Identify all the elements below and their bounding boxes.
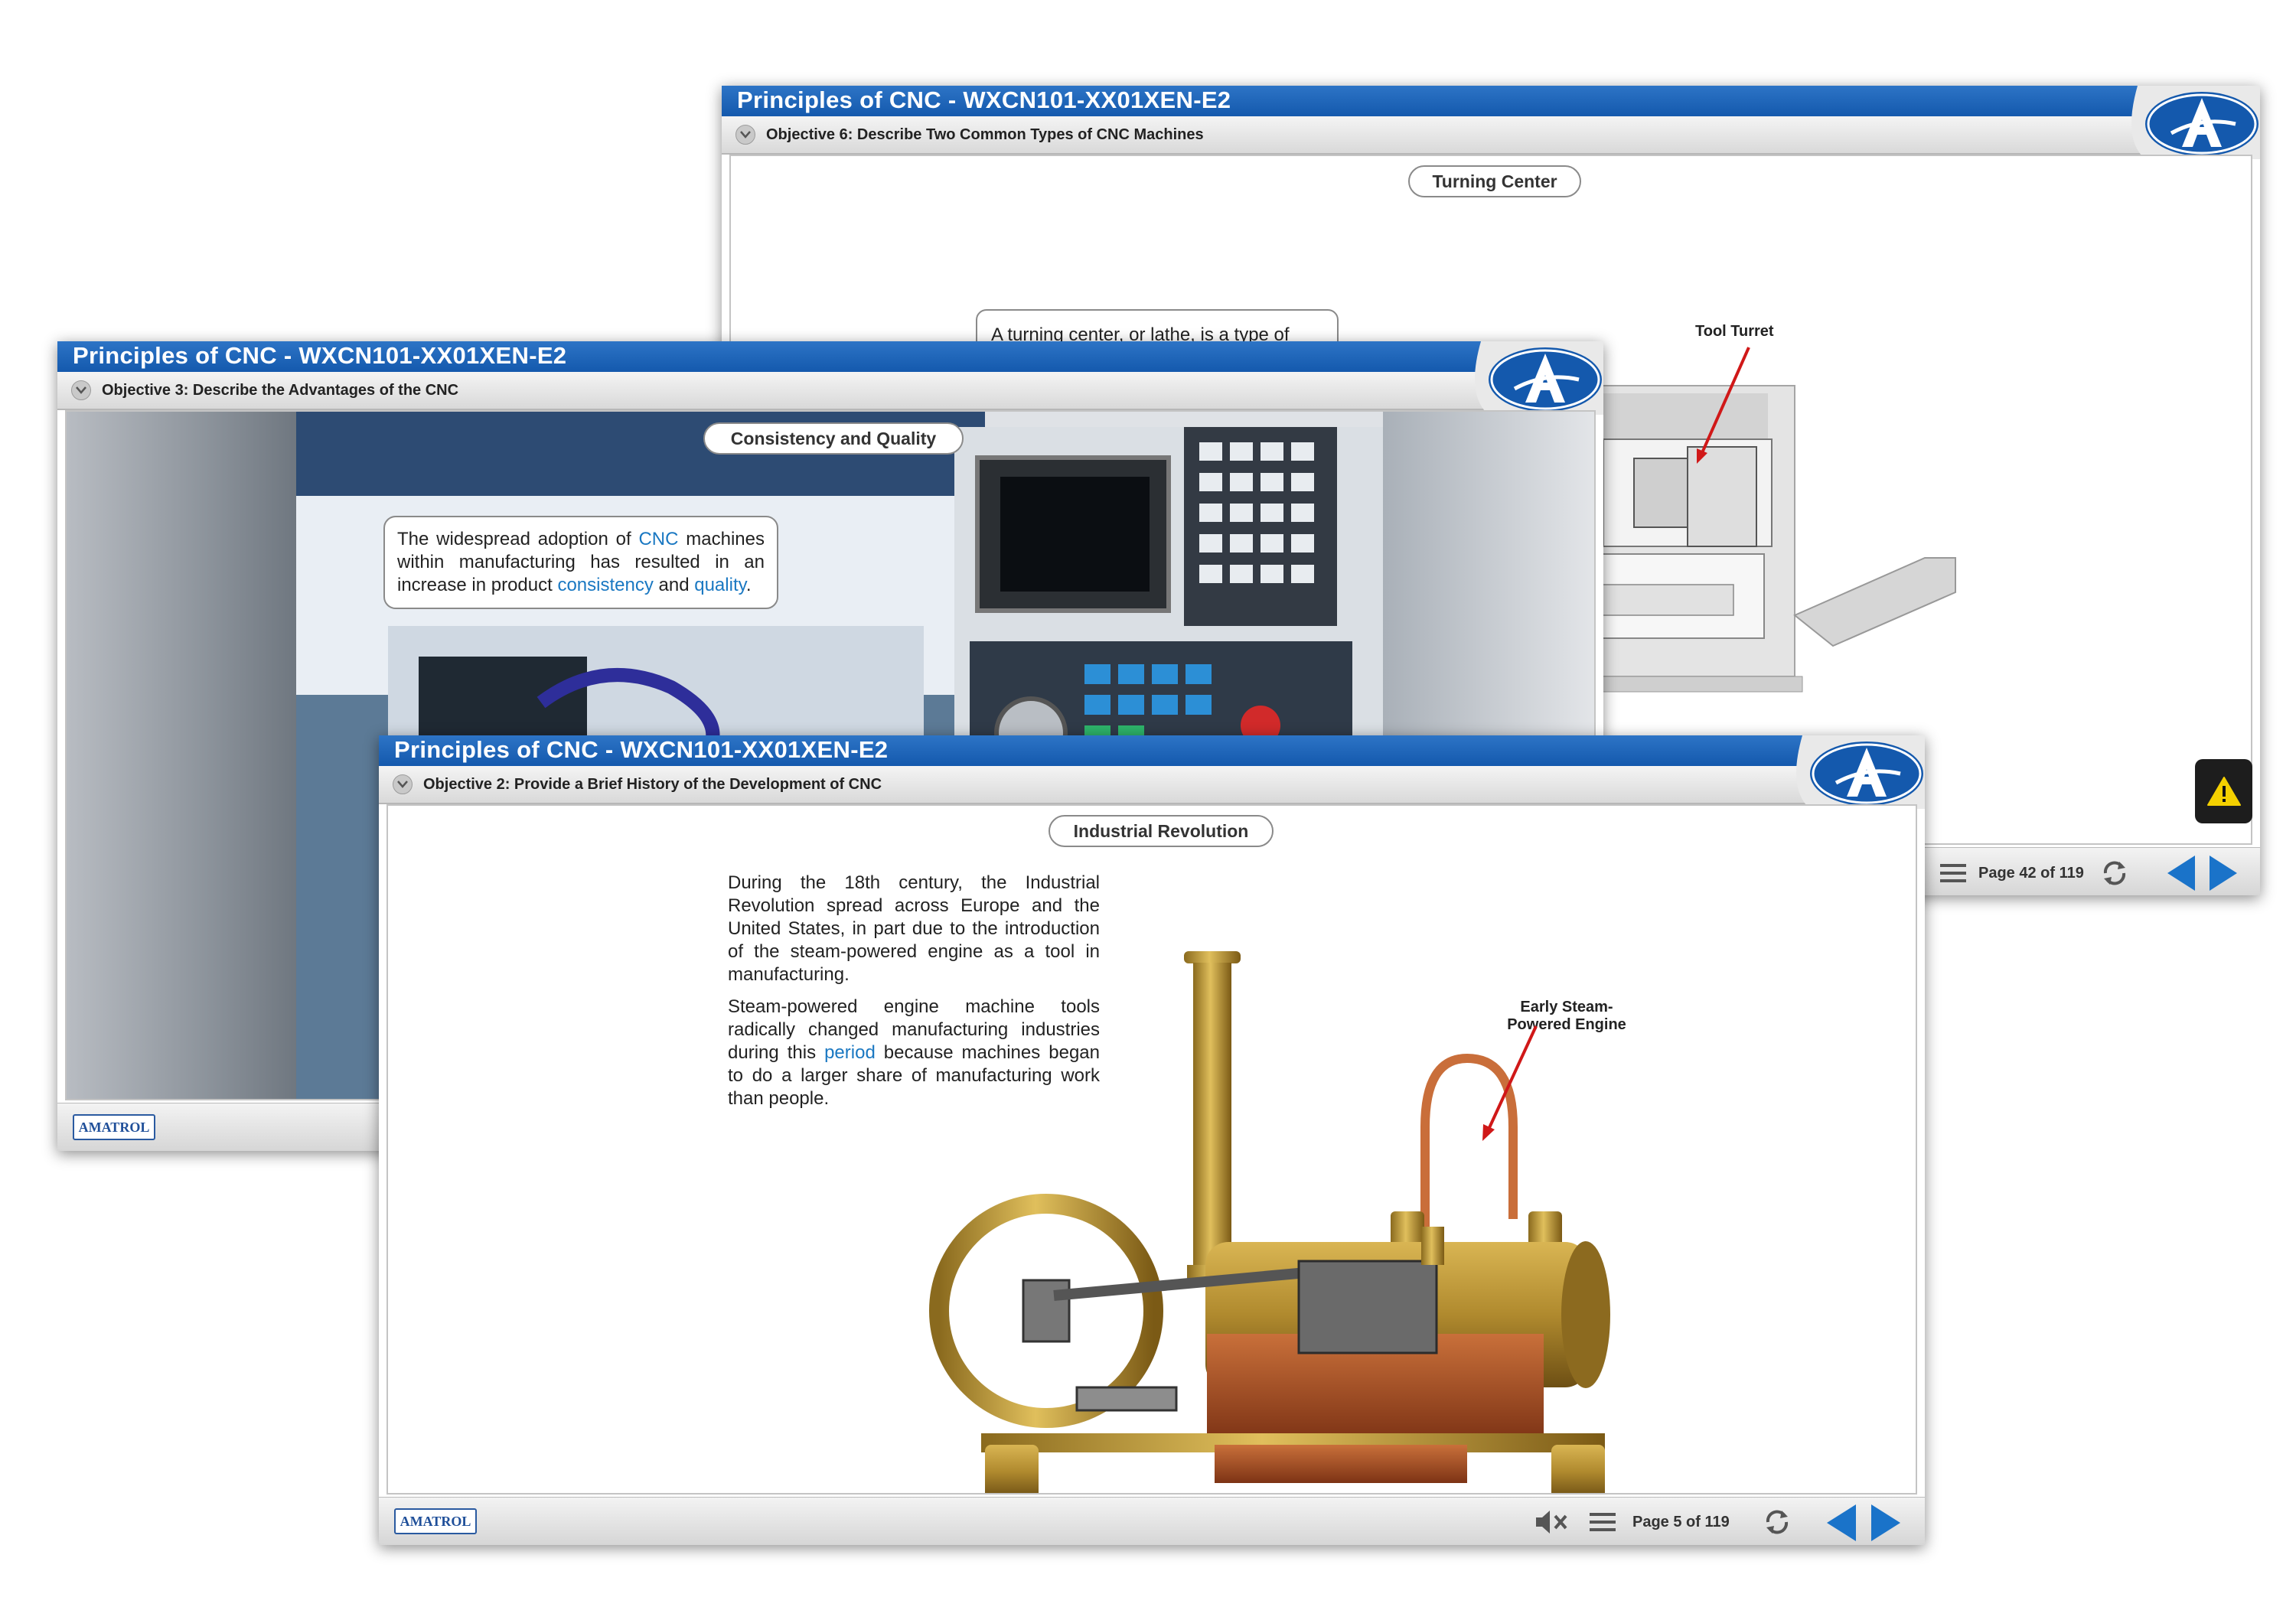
- prev-arrow-icon[interactable]: [1824, 1503, 1859, 1543]
- page-indicator: Page 42 of 119: [1978, 865, 2084, 882]
- objective-title: Objective 2: Provide a Brief History of …: [423, 776, 882, 793]
- window-industrial-revolution: Principles of CNC - WXCN101-XX01XEN-E2 O…: [379, 735, 1925, 1545]
- amatrol-logo: AMATROL: [394, 1508, 477, 1534]
- glossary-link-cnc[interactable]: CNC: [638, 529, 678, 549]
- callout-text-3: and: [653, 575, 695, 595]
- chevron-down-icon[interactable]: [735, 125, 755, 145]
- window-title: Principles of CNC - WXCN101-XX01XEN-E2: [73, 342, 567, 369]
- chevron-down-icon[interactable]: [71, 380, 91, 400]
- objective-bar[interactable]: Objective 3: Describe the Advantages of …: [57, 372, 1603, 410]
- title-bar: Principles of CNC - WXCN101-XX01XEN-E2: [379, 735, 1925, 766]
- objective-bar[interactable]: Objective 6: Describe Two Common Types o…: [722, 116, 2260, 155]
- menu-icon[interactable]: [1940, 862, 1966, 884]
- reload-icon[interactable]: [1762, 1508, 1792, 1537]
- amatrol-a-logo-icon: [1796, 735, 1925, 809]
- reload-icon[interactable]: [2099, 859, 2130, 888]
- amatrol-a-logo-icon: [2131, 86, 2260, 159]
- amatrol-logo: AMATROL: [73, 1114, 155, 1140]
- window-title: Principles of CNC - WXCN101-XX01XEN-E2: [737, 86, 1231, 113]
- objective-title: Objective 3: Describe the Advantages of …: [102, 382, 459, 399]
- glossary-link-consistency[interactable]: consistency: [557, 575, 653, 595]
- title-bar: Principles of CNC - WXCN101-XX01XEN-E2: [722, 86, 2260, 116]
- page-indicator: Page 5 of 119: [1632, 1514, 1730, 1530]
- mute-icon[interactable]: [1534, 1509, 1570, 1535]
- menu-icon[interactable]: [1590, 1511, 1616, 1533]
- objective-bar[interactable]: Objective 2: Provide a Brief History of …: [379, 766, 1925, 804]
- amatrol-a-logo-icon: [1475, 341, 1603, 415]
- warning-button[interactable]: [2195, 759, 2252, 823]
- glossary-link-quality[interactable]: quality: [694, 575, 746, 595]
- title-bar: Principles of CNC - WXCN101-XX01XEN-E2: [57, 341, 1603, 372]
- callout-text-1: The widespread adoption of: [397, 529, 639, 549]
- slide-content: Industrial Revolution During the 18th ce…: [386, 804, 1917, 1495]
- prev-arrow-icon[interactable]: [2164, 854, 2198, 892]
- objective-title: Objective 6: Describe Two Common Types o…: [766, 126, 1204, 143]
- next-arrow-icon[interactable]: [1868, 1503, 1903, 1543]
- next-arrow-icon[interactable]: [2206, 854, 2240, 892]
- section-title-pill: Consistency and Quality: [703, 422, 964, 455]
- warning-icon: [2207, 777, 2241, 806]
- callout-text-4: .: [745, 575, 752, 595]
- footer-bar: AMATROL Page 5 of 119: [379, 1497, 1925, 1545]
- steam-engine-image: [929, 951, 1610, 1493]
- callout-box: The widespread adoption of CNC machines …: [383, 516, 778, 609]
- window-title: Principles of CNC - WXCN101-XX01XEN-E2: [394, 736, 889, 763]
- chevron-down-icon[interactable]: [393, 774, 413, 794]
